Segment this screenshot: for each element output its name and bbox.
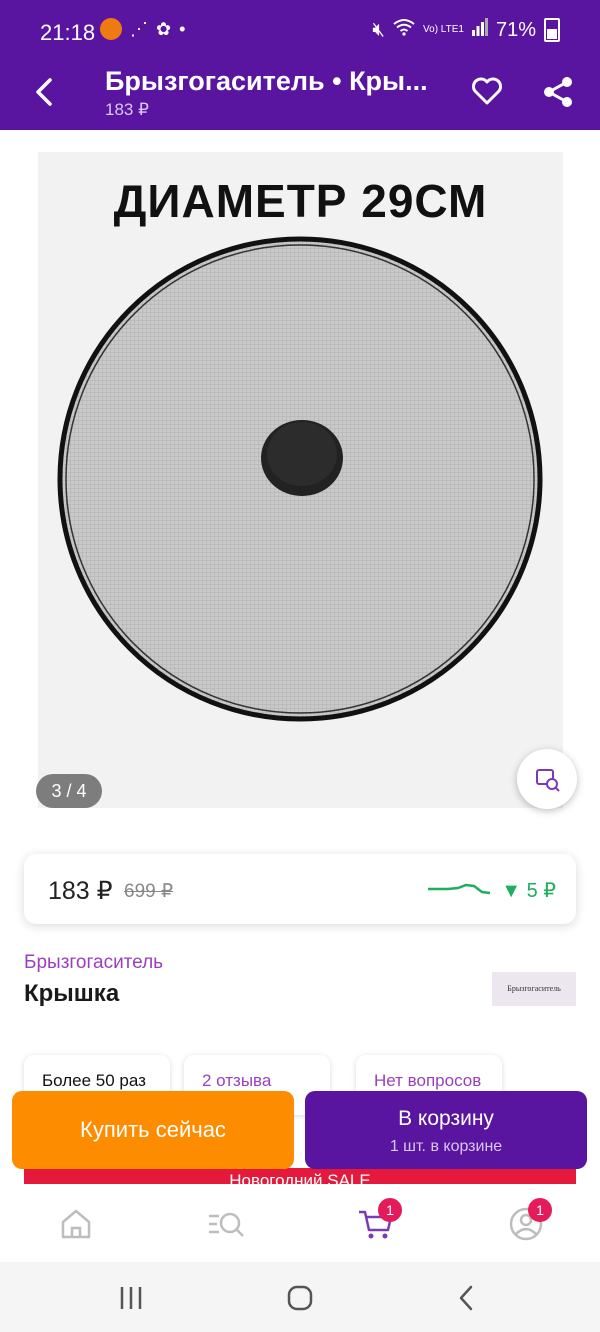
nav-home[interactable]: [56, 1204, 96, 1244]
image-counter: 3 / 4: [36, 774, 102, 808]
mute-icon: 🔇︎: [372, 18, 386, 41]
price-drop: ▼ 5 ₽: [501, 880, 556, 902]
page-title: Брызгогаситель • Кры...: [105, 66, 428, 96]
nav-catalog[interactable]: [206, 1204, 246, 1244]
favorite-button[interactable]: [470, 74, 504, 113]
share-icon: [544, 77, 572, 107]
status-bar: 21:18 ⋰ ✿ • 🔇︎ Vo) LTE1 71%: [0, 0, 600, 64]
dot-icon: •: [179, 18, 186, 39]
home-icon: [61, 1209, 91, 1239]
bottom-nav: 1 1: [0, 1184, 600, 1262]
home-system-icon[interactable]: [285, 1283, 315, 1313]
buy-now-button[interactable]: Купить сейчас: [12, 1091, 294, 1169]
back-system-icon[interactable]: [452, 1283, 482, 1313]
signal-icon: [471, 18, 488, 42]
cart-button-count: 1 шт. в корзине: [389, 1138, 503, 1155]
profile-badge: 1: [528, 1198, 552, 1222]
price-history-sparkline: [428, 883, 491, 895]
heart-icon: [472, 77, 502, 105]
splatter-screen-image: [57, 236, 543, 722]
product-name: Крышка: [24, 980, 120, 1007]
link-icon: ⋰: [130, 18, 148, 39]
catalog-search-icon: [209, 1212, 244, 1237]
price-card[interactable]: 183 ₽ 699 ₽ ▼ 5 ₽: [24, 854, 576, 924]
status-right-icons: 🔇︎ Vo) LTE1 71%: [372, 18, 560, 42]
brand-logo[interactable]: Брызгогаситель: [492, 972, 576, 1006]
cart-badge: 1: [378, 1198, 402, 1222]
product-image[interactable]: ДИАМЕТР 29СМ: [38, 152, 563, 808]
current-price: 183 ₽: [48, 877, 113, 905]
page-subtitle-price: 183 ₽: [105, 100, 149, 119]
nav-cart[interactable]: 1: [356, 1198, 402, 1244]
back-button[interactable]: [28, 72, 68, 112]
cluster-icon: ✿: [156, 18, 172, 39]
status-time: 21:18: [40, 20, 96, 45]
arrow-left-icon: [36, 78, 52, 106]
system-nav-bar: [0, 1262, 600, 1332]
status-left-icons: ⋰ ✿ •: [100, 18, 185, 40]
cart-button-label: В корзину: [398, 1107, 494, 1130]
wifi-icon: [393, 18, 415, 42]
recent-apps-icon[interactable]: [116, 1283, 146, 1313]
app-notification-icon: [100, 18, 122, 40]
image-search-button[interactable]: [517, 749, 577, 809]
old-price: 699 ₽: [124, 881, 174, 902]
add-to-cart-button[interactable]: В корзину 1 шт. в корзине: [305, 1091, 587, 1169]
battery-percent: 71%: [495, 18, 536, 41]
battery-icon: [544, 18, 560, 42]
sale-banner[interactable]: Новогодний SALE: [24, 1168, 576, 1184]
brand-link[interactable]: Брызгогаситель: [24, 952, 163, 974]
app-bar: Брызгогаситель • Кры... 183 ₽: [0, 64, 600, 130]
image-search-icon: [536, 769, 560, 792]
nav-profile[interactable]: 1: [506, 1198, 552, 1244]
share-button[interactable]: [540, 74, 576, 115]
network-label: Vo) LTE1: [423, 24, 464, 35]
